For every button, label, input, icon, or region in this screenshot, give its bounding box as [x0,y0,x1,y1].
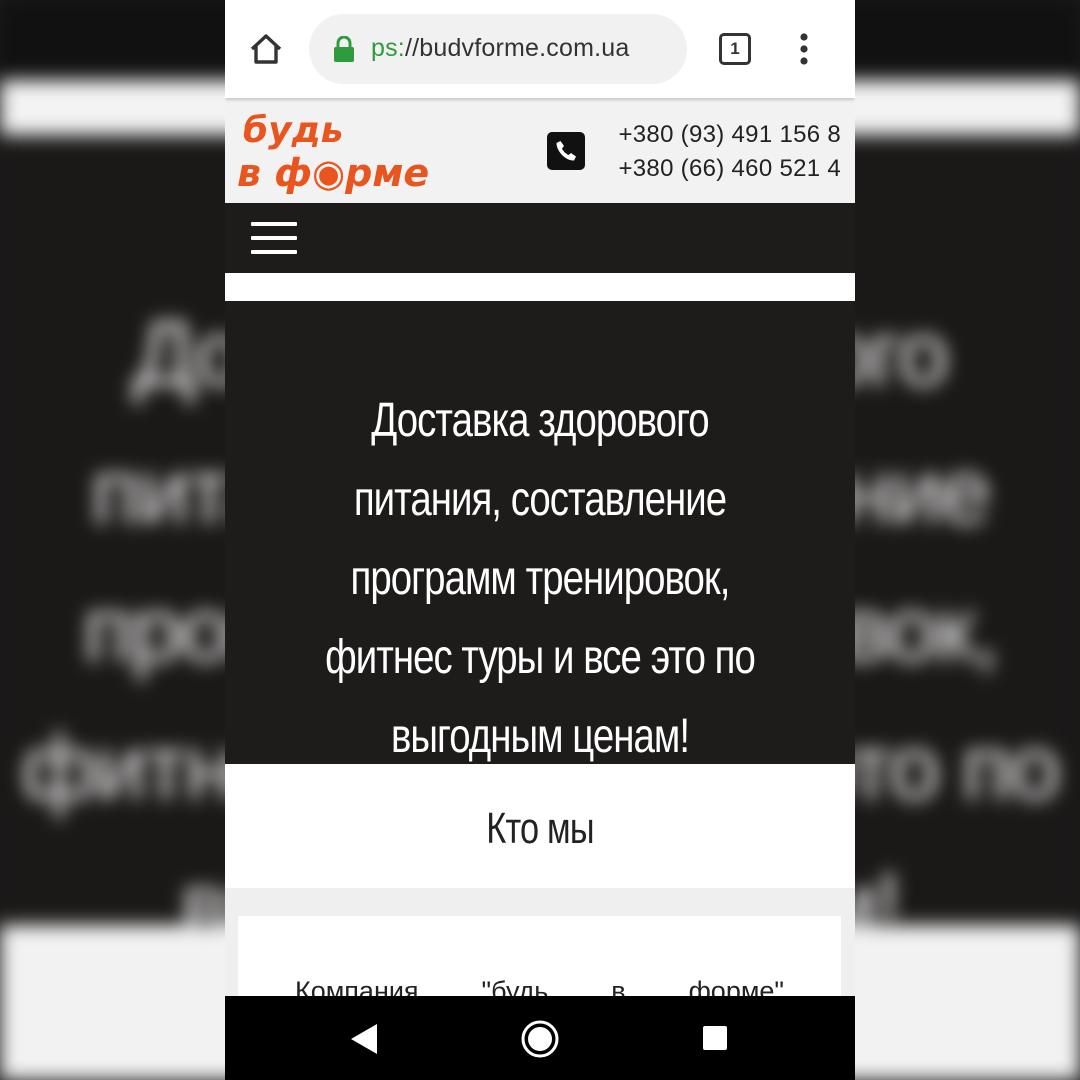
home-circle-icon[interactable] [520,1019,560,1064]
divider-strip [225,273,855,301]
recents-icon[interactable] [703,1026,727,1050]
address-bar[interactable]: ps://budvforme.com.ua [309,14,687,84]
hero-text: Доставка здорового питания, составление … [325,394,756,763]
lock-icon [333,35,355,62]
site-nav-bar [225,203,855,273]
phone-number-2[interactable]: +380 (66) 460 521 4 [618,152,841,186]
browser-toolbar: ps://budvforme.com.ua 1 [225,0,855,98]
back-icon[interactable] [349,1022,381,1061]
android-nav-bar [225,996,855,1080]
hero-section: Доставка здорового питания, составление … [225,301,855,764]
phone-numbers: +380 (93) 491 156 8 +380 (66) 460 521 4 [618,118,841,186]
url-host: //budvforme.com.ua [404,34,630,62]
tab-switcher-button[interactable]: 1 [719,33,751,65]
about-title: Кто мы [486,804,594,853]
hamburger-menu-icon[interactable] [251,222,297,256]
site-header: будь в ф◉рме +380 (93) 491 156 8 +380 (6… [225,98,855,203]
logo-line-1: будь [243,110,343,151]
logo-line-2: в ф◉рме [237,151,429,195]
section-gap [225,888,855,916]
home-icon[interactable] [247,30,285,68]
url-text[interactable]: ps://budvforme.com.ua [371,34,630,63]
overflow-menu-icon[interactable] [798,32,810,66]
phone-screen: ps://budvforme.com.ua 1 будь в ф◉рме +38… [225,0,855,1080]
site-logo[interactable]: будь в ф◉рме [237,106,447,196]
phone-icon [547,132,585,170]
phone-number-1[interactable]: +380 (93) 491 156 8 [618,118,841,152]
about-section-header: Кто мы [225,764,855,888]
url-scheme: ps: [371,34,405,62]
